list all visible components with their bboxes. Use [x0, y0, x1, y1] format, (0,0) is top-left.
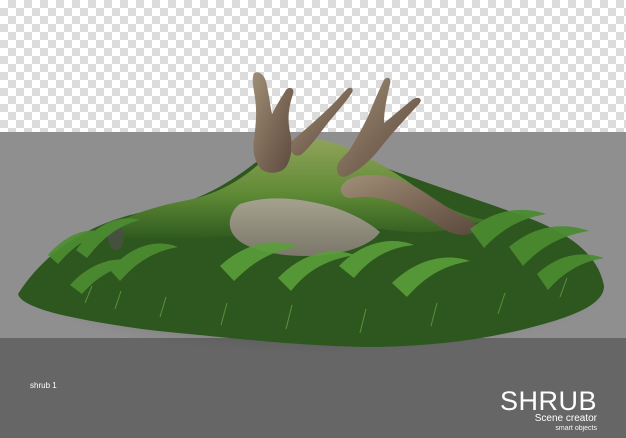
brand-tagline: smart objects: [555, 425, 597, 433]
image-caption: shrub 1: [30, 381, 57, 390]
brand-title: SHRUB: [499, 386, 597, 416]
image-canvas: shrub 1 SHRUB Scene creator smart object…: [0, 0, 626, 438]
shrub-scene: [18, 72, 608, 354]
upright-stump: [252, 72, 294, 173]
brand-block: SHRUB Scene creator smart objects: [457, 386, 597, 433]
